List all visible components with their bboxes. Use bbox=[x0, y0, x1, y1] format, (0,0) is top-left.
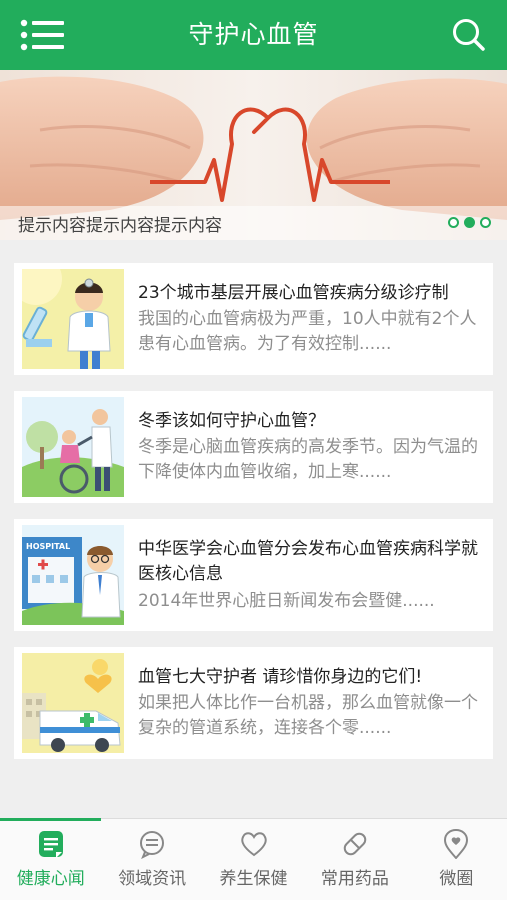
heart-pin-icon bbox=[444, 829, 469, 859]
article-title: 23个城市基层开展心血管疾病分级诊疗制 bbox=[138, 283, 449, 303]
article-title: 冬季该如何守护心血管？ bbox=[138, 411, 325, 431]
chat-bubble-icon bbox=[140, 831, 165, 859]
menu-icon[interactable] bbox=[20, 18, 64, 52]
hospital-sign-text: HOSPITAL bbox=[26, 542, 70, 551]
bottom-tab-bar: 健康心闻 领域资讯 养生保健 常用药品 微圈 bbox=[0, 818, 507, 900]
article-summary: 冬季是心脑血管疾病的高发季节。因为气温的下降使体内血管收缩，加上寒...... bbox=[138, 437, 478, 482]
article-title: 中华医学会心血管分会发布心血管疾病科学就医核心信息 bbox=[138, 539, 478, 584]
tab-label: 养生保健 bbox=[219, 869, 288, 889]
tab-label: 健康心闻 bbox=[16, 869, 85, 889]
carousel-indicator bbox=[448, 217, 491, 228]
carousel-dot[interactable] bbox=[480, 217, 491, 228]
tab-label: 领域资讯 bbox=[118, 869, 187, 889]
tab-micro-circle[interactable]: 微圈 bbox=[406, 819, 507, 900]
banner-caption-bar: 提示内容提示内容提示内容 bbox=[0, 206, 507, 240]
tab-medicines[interactable]: 常用药品 bbox=[304, 819, 405, 900]
search-icon[interactable] bbox=[450, 16, 488, 54]
tab-health-news[interactable]: 健康心闻 bbox=[0, 818, 102, 900]
tab-wellness[interactable]: 养生保健 bbox=[203, 819, 304, 900]
heart-icon bbox=[240, 832, 267, 857]
tab-label: 微圈 bbox=[439, 869, 474, 889]
banner-caption: 提示内容提示内容提示内容 bbox=[18, 216, 222, 236]
tab-label: 常用药品 bbox=[320, 869, 389, 889]
app-header: 守护心血管 bbox=[0, 0, 507, 70]
article-card[interactable]: 23个城市基层开展心血管疾病分级诊疗制 我国的心血管病极为严重，10人中就有2个… bbox=[14, 263, 493, 375]
article-card[interactable]: 血管七大守护者 请珍惜你身边的它们! 如果把人体比作一台机器，那么血管就像一个复… bbox=[14, 647, 493, 759]
page-title: 守护心血管 bbox=[188, 20, 319, 49]
tab-field-news[interactable]: 领域资讯 bbox=[101, 819, 202, 900]
article-summary: 我国的心血管病极为严重，10人中就有2个人患有心血管病。为了有效控制...... bbox=[138, 309, 477, 354]
carousel-dot-active[interactable] bbox=[464, 217, 475, 228]
ambulance-thumbnail bbox=[22, 653, 124, 753]
hospital-doctor-thumbnail: HOSPITAL bbox=[22, 525, 124, 625]
article-title: 血管七大守护者 请珍惜你身边的它们! bbox=[138, 667, 423, 687]
pill-icon bbox=[343, 832, 367, 856]
article-summary: 2014年世界心脏日新闻发布会暨健...... bbox=[138, 591, 435, 611]
article-card[interactable]: HOSPITAL 中华医学会心血管分会发布心血管疾病科学就医核心信息 2014年… bbox=[14, 519, 493, 631]
article-summary: 如果把人体比作一台机器，那么血管就像一个复杂的管道系统，连接各个零...... bbox=[138, 693, 478, 738]
wheelchair-thumbnail bbox=[22, 397, 124, 497]
news-doc-icon bbox=[38, 831, 63, 858]
article-card[interactable]: 冬季该如何守护心血管？ 冬季是心脑血管疾病的高发季节。因为气温的下降使体内血管收… bbox=[14, 391, 493, 503]
carousel-dot[interactable] bbox=[448, 217, 459, 228]
banner-carousel[interactable]: 提示内容提示内容提示内容 bbox=[0, 70, 507, 240]
doctor-syringe-thumbnail bbox=[22, 269, 124, 369]
